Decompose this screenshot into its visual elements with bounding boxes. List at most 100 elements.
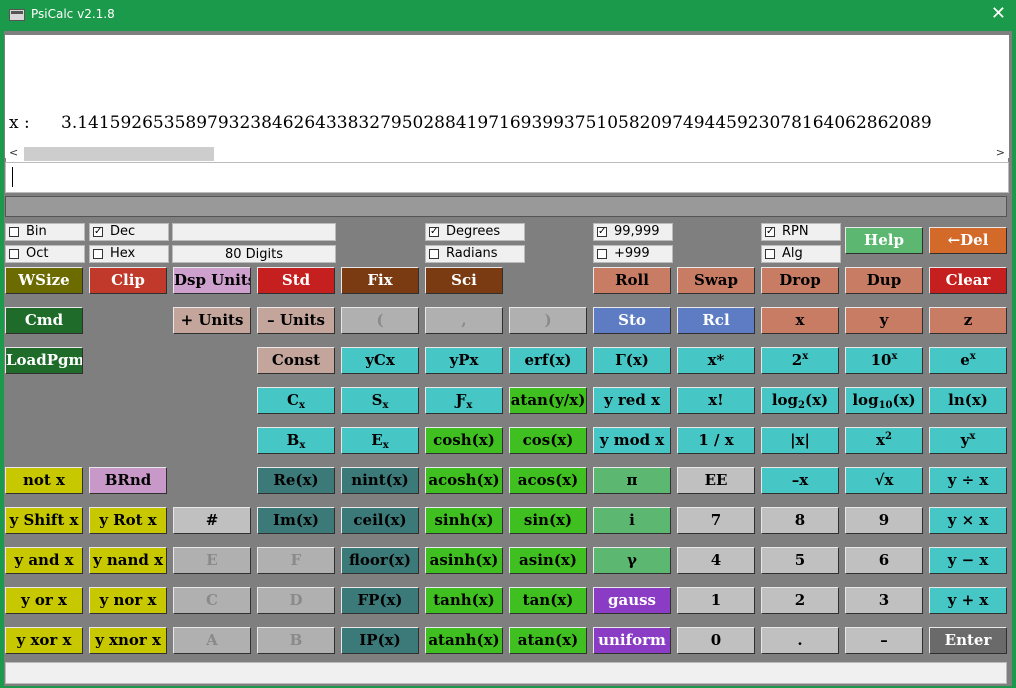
y-and-x-button[interactable]: y and x (5, 547, 83, 574)
y-xor-x-button[interactable]: y xor x (5, 627, 83, 654)
tan-button[interactable]: tan(x) (509, 587, 587, 614)
imaginary-i-button[interactable]: i (593, 507, 671, 534)
checkbox-box[interactable] (429, 249, 439, 259)
gauss-button[interactable]: gauss (593, 587, 671, 614)
sinh-button[interactable]: sinh(x) (425, 507, 503, 534)
digit-9-button[interactable]: 9 (845, 507, 923, 534)
euler-gamma-button[interactable]: γ (593, 547, 671, 574)
sin-button[interactable]: sin(x) (509, 507, 587, 534)
dup-button[interactable]: Dup (845, 267, 923, 294)
swap-button[interactable]: Swap (677, 267, 755, 294)
log10-button[interactable]: log10(x) (845, 387, 923, 414)
checkbox-box[interactable]: ✓ (429, 227, 439, 237)
backspace-button[interactable]: ←Del (929, 227, 1007, 254)
digit-4-button[interactable]: 4 (677, 547, 755, 574)
asinh-button[interactable]: asinh(x) (425, 547, 503, 574)
cosh-button[interactable]: cosh(x) (425, 427, 503, 454)
digits-selector[interactable]: 80 Digits (172, 245, 336, 263)
reciprocal-button[interactable]: 1 / x (677, 427, 755, 454)
y-nor-x-button[interactable]: y nor x (89, 587, 167, 614)
checkbox-box[interactable]: ✓ (93, 227, 103, 237)
sto-button[interactable]: Sto (593, 307, 671, 334)
fp-button[interactable]: FP(x) (341, 587, 419, 614)
x-register-button[interactable]: x (761, 307, 839, 334)
hex-e-button[interactable]: E (173, 547, 251, 574)
ycx-button[interactable]: yCx (341, 347, 419, 374)
digit-8-button[interactable]: 8 (761, 507, 839, 534)
atan2-button[interactable]: atan(y/x) (509, 387, 587, 414)
atanh-button[interactable]: atanh(x) (425, 627, 503, 654)
y-pow-x-button[interactable]: yx (929, 427, 1007, 454)
brnd-button[interactable]: BRnd (89, 467, 167, 494)
fix-button[interactable]: Fix (341, 267, 419, 294)
checkbox-box[interactable] (9, 227, 19, 237)
two-pow-x-button[interactable]: 2x (761, 347, 839, 374)
not-x-button[interactable]: not x (5, 467, 83, 494)
decimal-point-button[interactable]: . (761, 627, 839, 654)
digit-1-button[interactable]: 1 (677, 587, 755, 614)
checkbox-box[interactable] (597, 249, 607, 259)
rpn-checkbox[interactable]: ✓ RPN (761, 223, 841, 241)
log2-button[interactable]: log2(x) (761, 387, 839, 414)
ypx-button[interactable]: yPx (425, 347, 503, 374)
y-red-x-button[interactable]: y red x (593, 387, 671, 414)
im-button[interactable]: Im(x) (257, 507, 335, 534)
dsp-units-button[interactable]: Dsp Units (173, 267, 251, 294)
cmd-button[interactable]: Cmd (5, 307, 83, 334)
help-button[interactable]: Help (845, 227, 923, 254)
right-paren-button[interactable]: ) (509, 307, 587, 334)
y-or-x-button[interactable]: y or x (5, 587, 83, 614)
digit-5-button[interactable]: 5 (761, 547, 839, 574)
digit-3-button[interactable]: 3 (845, 587, 923, 614)
ceil-button[interactable]: ceil(x) (341, 507, 419, 534)
cos-button[interactable]: cos(x) (509, 427, 587, 454)
hex-b-button[interactable]: B (257, 627, 335, 654)
bin-checkbox[interactable]: Bin (5, 223, 85, 241)
radians-checkbox[interactable]: Radians (425, 245, 525, 263)
b-x-button[interactable]: Bx (257, 427, 335, 454)
y-shift-x-button[interactable]: y Shift x (5, 507, 83, 534)
dec-checkbox[interactable]: ✓ Dec (89, 223, 169, 241)
entry-field[interactable] (5, 162, 1009, 193)
e-x-button[interactable]: Ex (341, 427, 419, 454)
divide-button[interactable]: y ÷ x (929, 467, 1007, 494)
scroll-left-icon[interactable]: < (9, 146, 18, 159)
acos-button[interactable]: acos(x) (509, 467, 587, 494)
const-button[interactable]: Const (257, 347, 335, 374)
minus-units-button[interactable]: – Units (257, 307, 335, 334)
close-icon[interactable]: ✕ (991, 3, 1006, 24)
checkbox-box[interactable] (9, 249, 19, 259)
thousands-separator-checkbox[interactable]: ✓ 99,999 (593, 223, 673, 241)
comma-button[interactable]: , (425, 307, 503, 334)
erf-button[interactable]: erf(x) (509, 347, 587, 374)
entry-input[interactable] (14, 167, 998, 189)
ten-pow-x-button[interactable]: 10x (845, 347, 923, 374)
std-button[interactable]: Std (257, 267, 335, 294)
y-register-button[interactable]: y (845, 307, 923, 334)
hash-button[interactable]: # (173, 507, 251, 534)
add-button[interactable]: y + x (929, 587, 1007, 614)
atan-button[interactable]: atan(x) (509, 627, 587, 654)
digit-2-button[interactable]: 2 (761, 587, 839, 614)
sci-button[interactable]: Sci (425, 267, 503, 294)
z-register-button[interactable]: z (929, 307, 1007, 334)
drop-button[interactable]: Drop (761, 267, 839, 294)
digit-7-button[interactable]: 7 (677, 507, 755, 534)
y-rot-x-button[interactable]: y Rot x (89, 507, 167, 534)
ip-button[interactable]: IP(x) (341, 627, 419, 654)
y-xnor-x-button[interactable]: y xnor x (89, 627, 167, 654)
y-mod-x-button[interactable]: y mod x (593, 427, 671, 454)
s-x-button[interactable]: Sx (341, 387, 419, 414)
alg-checkbox[interactable]: Alg (761, 245, 841, 263)
clear-button[interactable]: Clear (929, 267, 1007, 294)
checkbox-box[interactable] (93, 249, 103, 259)
degrees-checkbox[interactable]: ✓ Degrees (425, 223, 525, 241)
f-x-button[interactable]: Ƒx (425, 387, 503, 414)
hex-a-button[interactable]: A (173, 627, 251, 654)
minus-sign-button[interactable]: – (845, 627, 923, 654)
hex-checkbox[interactable]: Hex (89, 245, 169, 263)
factorial-button[interactable]: x! (677, 387, 755, 414)
checkbox-box[interactable]: ✓ (597, 227, 607, 237)
enter-button[interactable]: Enter (929, 627, 1007, 654)
asin-button[interactable]: asin(x) (509, 547, 587, 574)
